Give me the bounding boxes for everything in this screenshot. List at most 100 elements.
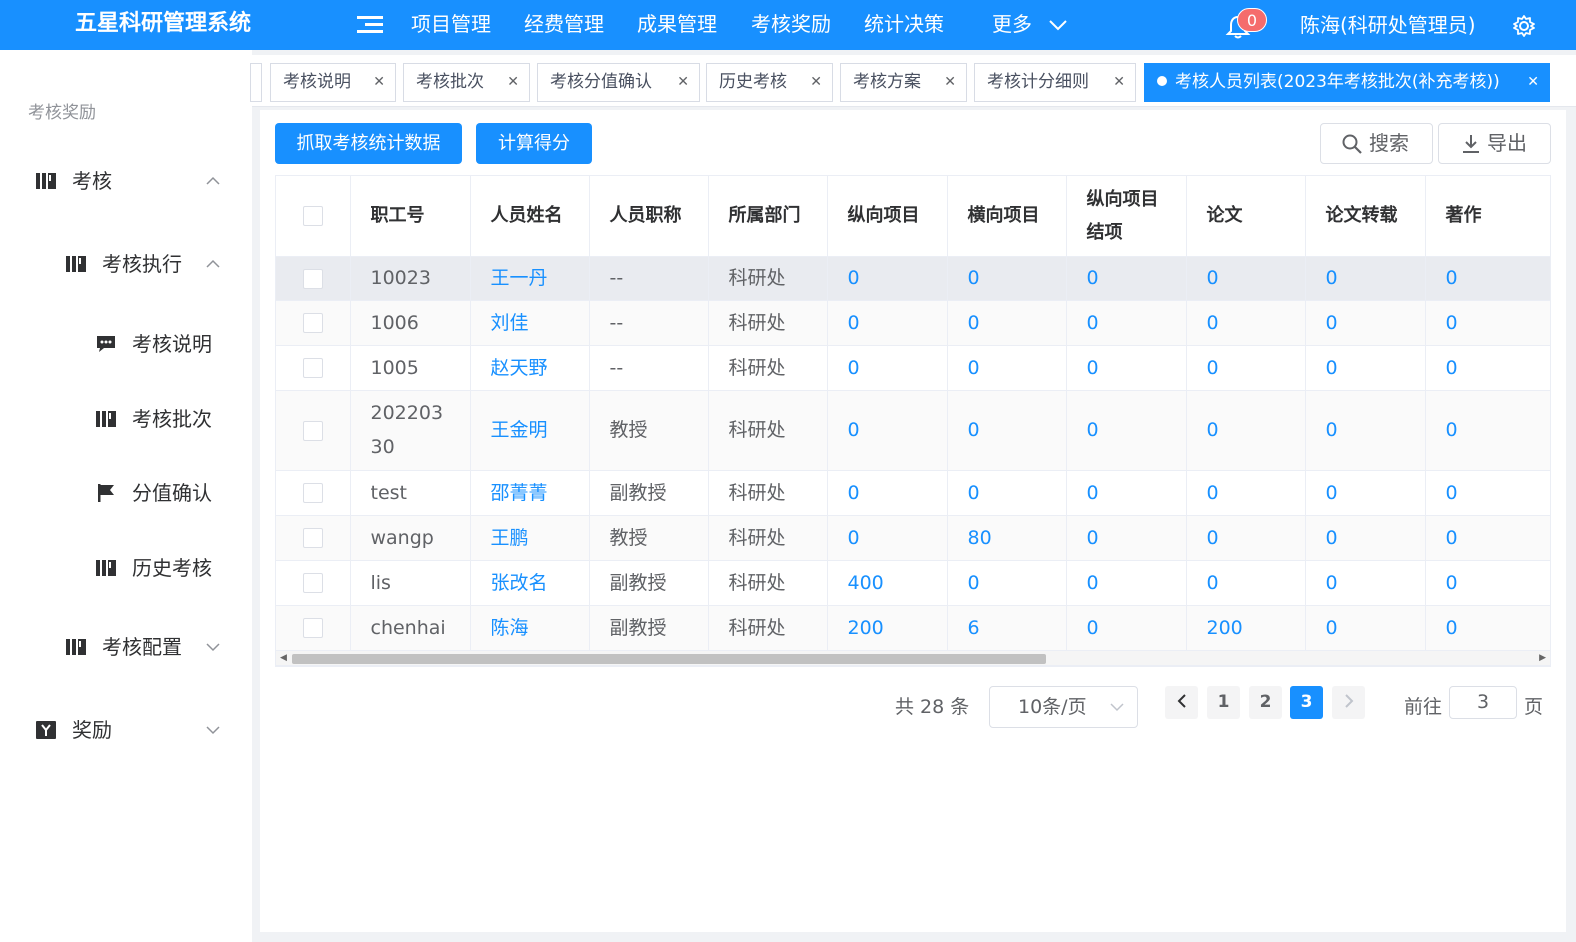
sidebar-item-config[interactable]: 考核配置 [66, 627, 236, 667]
cell-person-name-link[interactable]: 王金明 [470, 390, 590, 471]
cell-score-value[interactable]: 0 [827, 256, 948, 301]
table-row[interactable]: 1005 赵天野 -- 科研处 0 0 0 0 0 0 [276, 345, 1550, 391]
calculate-score-button[interactable]: 计算得分 [476, 123, 592, 164]
table-row[interactable]: chenhai 陈海 副教授 科研处 200 6 0 200 0 0 [276, 605, 1550, 651]
col-header[interactable]: 人员姓名 [470, 176, 590, 257]
cell-score-value[interactable]: 0 [1425, 256, 1550, 301]
nav-item-assessment[interactable]: 考核奖励 [751, 0, 831, 50]
close-icon[interactable]: ✕ [677, 64, 689, 101]
cell-score-value[interactable]: 0 [1305, 300, 1426, 346]
col-header[interactable]: 职工号 [350, 176, 471, 257]
cell-score-value[interactable]: 0 [947, 256, 1067, 301]
cell-person-name-link[interactable]: 赵天野 [470, 345, 590, 391]
tab-history[interactable]: 历史考核 ✕ [706, 63, 833, 102]
cell-score-value[interactable]: 0 [1066, 605, 1187, 651]
sidebar-item-assessment[interactable]: 考核 [36, 161, 236, 201]
cell-score-value[interactable]: 0 [1186, 300, 1306, 346]
row-checkbox[interactable] [302, 313, 323, 333]
tab-scoring-rules[interactable]: 考核计分细则 ✕ [974, 63, 1136, 102]
table-row[interactable]: 20220330 王金明 教授 科研处 0 0 0 0 0 0 [276, 390, 1550, 471]
gear-icon[interactable] [1512, 14, 1536, 38]
scroll-left-icon[interactable]: ◀ [280, 653, 287, 663]
cell-score-value[interactable]: 80 [947, 515, 1067, 561]
page-button-3[interactable]: 3 [1290, 686, 1323, 719]
cell-score-value[interactable]: 0 [827, 345, 948, 391]
cell-score-value[interactable]: 0 [1305, 470, 1426, 516]
cell-score-value[interactable]: 400 [827, 560, 948, 606]
cell-score-value[interactable]: 0 [827, 470, 948, 516]
cell-person-name-link[interactable]: 王鹏 [470, 515, 590, 561]
col-header[interactable]: 横向项目 [947, 176, 1067, 257]
cell-score-value[interactable]: 0 [1425, 560, 1550, 606]
next-page-button[interactable] [1332, 686, 1365, 719]
cell-score-value[interactable]: 0 [1186, 345, 1306, 391]
cell-score-value[interactable]: 0 [827, 515, 948, 561]
row-checkbox[interactable] [302, 358, 323, 378]
close-icon[interactable]: ✕ [810, 64, 822, 101]
col-header[interactable]: 人员职称 [589, 176, 709, 257]
cell-score-value[interactable]: 0 [1186, 256, 1306, 301]
fetch-stats-button[interactable]: 抓取考核统计数据 [275, 123, 462, 164]
nav-item-results[interactable]: 成果管理 [637, 0, 717, 50]
scroll-right-icon[interactable]: ▶ [1539, 653, 1546, 663]
cell-score-value[interactable]: 6 [947, 605, 1067, 651]
nav-item-projects[interactable]: 项目管理 [411, 0, 491, 50]
cell-score-value[interactable]: 0 [1305, 605, 1426, 651]
table-row[interactable]: lis 张改名 副教授 科研处 400 0 0 0 0 0 [276, 560, 1550, 606]
cell-score-value[interactable]: 0 [1425, 605, 1550, 651]
sidebar-item-history[interactable]: 历史考核 [96, 548, 236, 588]
cell-score-value[interactable]: 0 [1425, 390, 1550, 471]
nav-item-statistics[interactable]: 统计决策 [864, 0, 944, 50]
user-name[interactable]: 陈海(科研处管理员) [1300, 0, 1476, 50]
close-icon[interactable]: ✕ [1113, 64, 1125, 101]
cell-score-value[interactable]: 0 [1066, 560, 1187, 606]
col-header[interactable]: 论文转载 [1305, 176, 1426, 257]
cell-score-value[interactable]: 0 [1066, 256, 1187, 301]
horizontal-scrollbar[interactable]: ◀ ▶ [275, 650, 1551, 666]
sidebar-item-explanation[interactable]: 考核说明 [96, 324, 236, 364]
cell-person-name-link[interactable]: 邵菁菁 [470, 470, 590, 516]
col-header[interactable]: 论文 [1186, 176, 1306, 257]
col-header[interactable]: 纵向项目结项 [1066, 176, 1187, 257]
menu-toggle-icon[interactable] [357, 16, 383, 36]
cell-person-name-link[interactable]: 王一丹 [470, 256, 590, 301]
page-button-1[interactable]: 1 [1207, 686, 1240, 719]
cell-score-value[interactable]: 0 [1425, 515, 1550, 561]
sidebar-item-score-confirm[interactable]: 分值确认 [96, 473, 236, 513]
cell-score-value[interactable]: 0 [1305, 256, 1426, 301]
prev-page-button[interactable] [1165, 686, 1198, 719]
sidebar-item-batch[interactable]: 考核批次 [96, 399, 236, 439]
cell-person-name-link[interactable]: 陈海 [470, 605, 590, 651]
goto-page-input[interactable]: 3 [1449, 686, 1517, 719]
nav-more[interactable]: 更多 [992, 0, 1068, 50]
cell-score-value[interactable]: 0 [1066, 300, 1187, 346]
cell-score-value[interactable]: 0 [1066, 515, 1187, 561]
cell-score-value[interactable]: 0 [827, 390, 948, 471]
row-checkbox[interactable] [302, 483, 323, 503]
row-checkbox[interactable] [302, 420, 323, 441]
cell-score-value[interactable]: 0 [1305, 390, 1426, 471]
page-button-2[interactable]: 2 [1249, 686, 1282, 719]
cell-person-name-link[interactable]: 刘佳 [470, 300, 590, 346]
tab-member-list[interactable]: 考核人员列表(2023年考核批次(补充考核)) ✕ [1144, 63, 1550, 102]
cell-score-value[interactable]: 0 [1186, 390, 1306, 471]
cell-score-value[interactable]: 0 [947, 470, 1067, 516]
select-all-checkbox[interactable] [302, 206, 323, 227]
cell-score-value[interactable]: 0 [1305, 345, 1426, 391]
tab-explanation[interactable]: 考核说明 ✕ [270, 63, 396, 102]
sidebar-item-execution[interactable]: 考核执行 [66, 244, 236, 284]
close-icon[interactable]: ✕ [1527, 64, 1539, 101]
cell-score-value[interactable]: 0 [947, 345, 1067, 391]
scroll-thumb[interactable] [292, 654, 1046, 664]
table-row[interactable]: 1006 刘佳 -- 科研处 0 0 0 0 0 0 [276, 300, 1550, 346]
close-icon[interactable]: ✕ [373, 64, 385, 101]
cell-score-value[interactable]: 200 [1186, 605, 1306, 651]
sidebar-item-reward[interactable]: 奖励 [36, 710, 236, 750]
col-header[interactable]: 著作 [1425, 176, 1550, 257]
search-button[interactable]: 搜索 [1320, 123, 1433, 164]
cell-score-value[interactable]: 0 [827, 300, 948, 346]
cell-score-value[interactable]: 0 [947, 560, 1067, 606]
cell-score-value[interactable]: 0 [1425, 300, 1550, 346]
export-button[interactable]: 导出 [1438, 123, 1551, 164]
cell-score-value[interactable]: 0 [947, 300, 1067, 346]
